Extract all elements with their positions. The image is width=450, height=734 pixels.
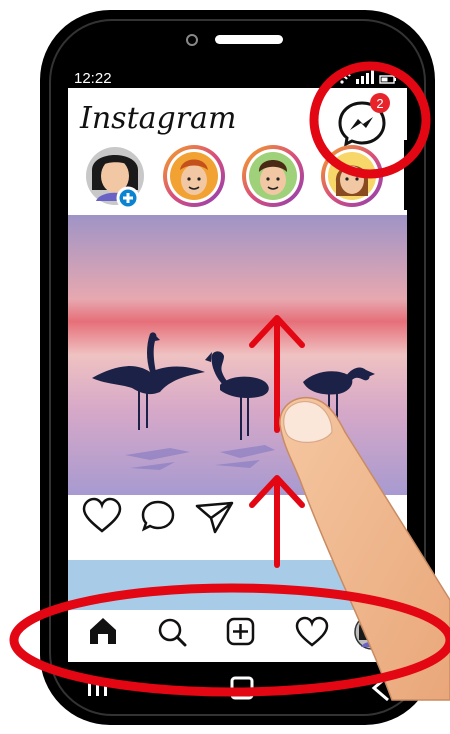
- story-avatar[interactable]: [242, 145, 304, 207]
- bottom-navigation: [68, 610, 407, 662]
- phone-illustration: 12:22 Instagram 2: [9, 10, 450, 725]
- speaker-grille: [215, 35, 283, 44]
- story-avatar[interactable]: [163, 145, 225, 207]
- notification-badge-count: 2: [376, 96, 383, 111]
- status-time: 12:22: [74, 70, 112, 87]
- instagram-logo[interactable]: Instagram: [79, 101, 236, 136]
